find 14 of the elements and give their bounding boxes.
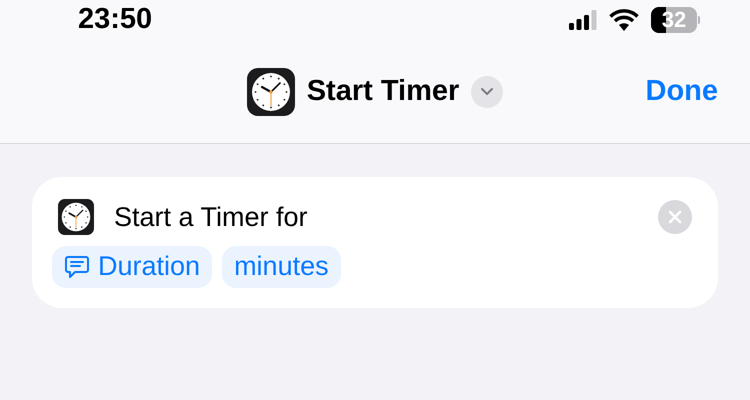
variable-token[interactable]: Duration [52, 246, 212, 288]
close-icon [668, 210, 682, 224]
parameter-token[interactable]: minutes [222, 246, 341, 288]
speech-bubble-icon [64, 254, 90, 280]
chevron-down-button[interactable] [471, 76, 504, 108]
action-text: Start a Timer for [114, 201, 308, 234]
nav-title: Start Timer [306, 74, 460, 109]
done-button[interactable]: Done [646, 70, 718, 114]
wifi-icon [609, 9, 639, 31]
clock-app-icon [246, 68, 295, 116]
signal-icon [569, 10, 597, 30]
status-time: 23:50 [78, 2, 152, 38]
chevron-down-icon [480, 87, 494, 96]
clock-app-icon [58, 199, 94, 236]
